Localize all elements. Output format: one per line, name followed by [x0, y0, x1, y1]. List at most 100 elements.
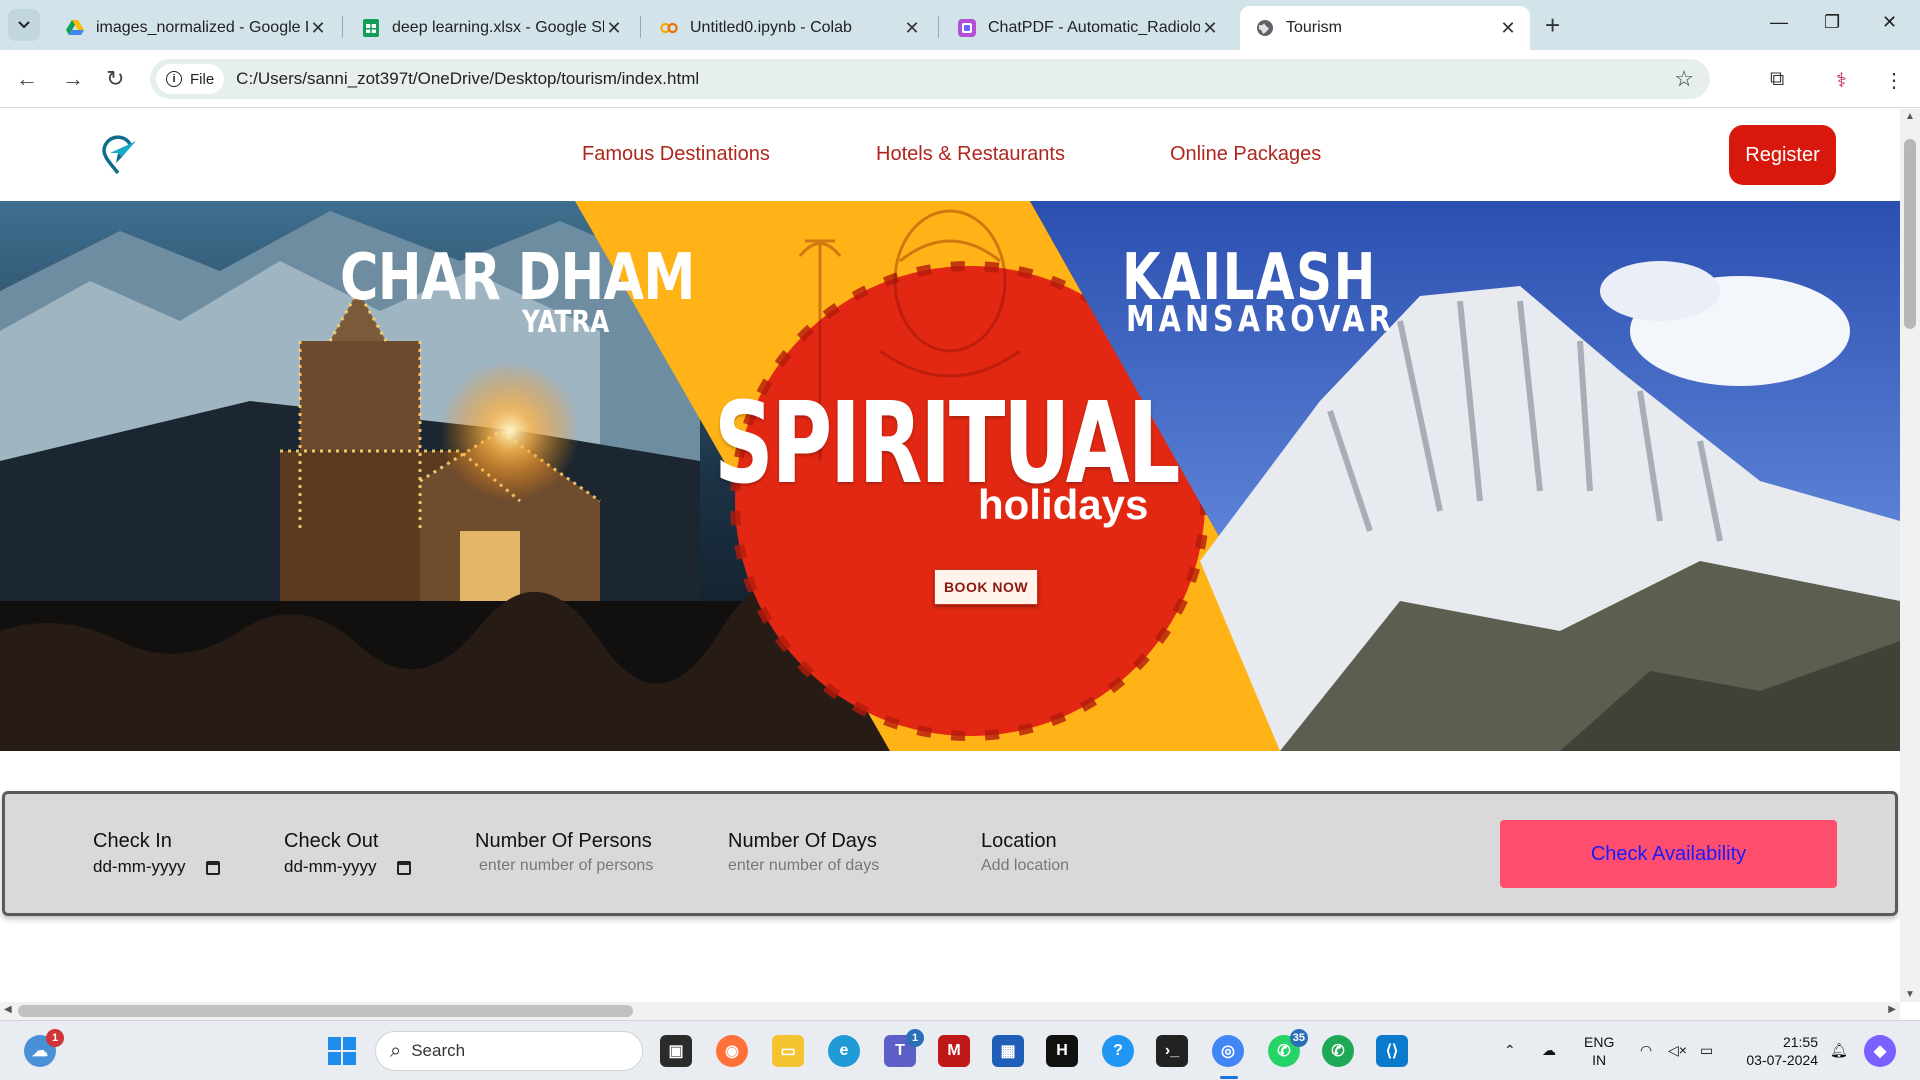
persons-input[interactable]: enter number of persons: [475, 857, 653, 874]
site-header: Famous Destinations Hotels & Restaurants…: [0, 109, 1900, 201]
nav-famous-destinations[interactable]: Famous Destinations: [582, 143, 770, 166]
whatsapp-badge: 35: [1289, 1029, 1308, 1047]
restore-icon[interactable]: ❐: [1824, 12, 1840, 33]
notification-bell-icon[interactable]: 🔔︎: [1830, 1041, 1848, 1059]
tab-google-sheets[interactable]: deep learning.xlsx - Google She ✕: [346, 6, 636, 50]
hero-yatra-subtitle: YATRA: [522, 305, 610, 340]
show-hidden-icons[interactable]: ⌃: [1504, 1041, 1516, 1059]
location-input[interactable]: Add location: [981, 857, 1069, 874]
clock-date: 03-07-2024: [1746, 1052, 1818, 1068]
whatsapp-icon[interactable]: ✆ 35: [1268, 1029, 1308, 1067]
hero-mansarovar-subtitle: MANSAROVAR: [1126, 299, 1395, 340]
check-availability-button[interactable]: Check Availability: [1500, 820, 1837, 888]
tab-google-drive[interactable]: images_normalized - Google Dr ✕: [50, 6, 340, 50]
address-bar[interactable]: i File C:/Users/sanni_zot397t/OneDrive/D…: [150, 59, 1710, 99]
menu-kebab-icon[interactable]: ⋮: [1884, 68, 1904, 93]
tab-chatpdf[interactable]: ChatPDF - Automatic_Radiology ✕: [942, 6, 1232, 50]
nav-online-packages[interactable]: Online Packages: [1170, 143, 1321, 166]
extensions-icon[interactable]: ⧉: [1770, 68, 1784, 91]
minimize-icon[interactable]: —: [1770, 12, 1788, 33]
bookmark-star-icon[interactable]: ☆: [1674, 66, 1694, 92]
vertical-scroll-thumb[interactable]: [1904, 139, 1916, 329]
search-icon: ⌕: [390, 1039, 402, 1062]
new-tab-button[interactable]: +: [1545, 12, 1560, 38]
clock[interactable]: 21:55 03-07-2024: [1738, 1033, 1818, 1069]
vertical-scrollbar[interactable]: ▲ ▼: [1900, 109, 1920, 1002]
teams-icon[interactable]: T1: [884, 1029, 924, 1067]
check-out-input[interactable]: dd-mm-yyyy: [284, 857, 377, 876]
whatsapp-beta-icon[interactable]: ✆: [1322, 1035, 1354, 1067]
window-close-icon[interactable]: ✕: [1882, 12, 1897, 33]
globe-icon: [1256, 19, 1274, 37]
forward-icon[interactable]: →: [62, 66, 84, 92]
weather-icon[interactable]: ☁ 1: [24, 1029, 64, 1067]
check-in-input[interactable]: dd-mm-yyyy: [93, 857, 186, 876]
back-icon[interactable]: ←: [16, 66, 38, 92]
url-text: C:/Users/sanni_zot397t/OneDrive/Desktop/…: [236, 69, 700, 88]
location-field[interactable]: Location Add location: [981, 830, 1069, 875]
book-now-button[interactable]: BOOK NOW: [934, 569, 1038, 605]
teams-badge: 1: [906, 1029, 924, 1047]
calendar-icon[interactable]: [205, 860, 220, 875]
file-explorer-icon[interactable]: ▭: [772, 1035, 804, 1067]
profile-avatar-icon[interactable]: ⚕: [1836, 68, 1847, 93]
vscode-icon[interactable]: ⟨⟩: [1376, 1035, 1408, 1067]
close-icon[interactable]: ✕: [604, 18, 624, 39]
firefox-icon[interactable]: ◉: [716, 1035, 748, 1067]
check-out-field[interactable]: Check Out dd-mm-yyyy: [284, 830, 411, 877]
language-code: ENG: [1584, 1034, 1615, 1050]
scroll-right-icon[interactable]: ▶: [1888, 1004, 1896, 1015]
taskbar-search[interactable]: ⌕ Search: [375, 1031, 643, 1071]
tab-search-button[interactable]: [8, 9, 40, 41]
check-in-label: Check In: [93, 830, 172, 852]
microsoft-store-icon[interactable]: ▦: [992, 1035, 1024, 1067]
travel-logo-icon[interactable]: [96, 133, 140, 177]
tab-tourism[interactable]: Tourism ✕: [1240, 6, 1530, 50]
chrome-icon[interactable]: ◎: [1212, 1035, 1244, 1067]
close-icon[interactable]: ✕: [1200, 18, 1220, 39]
tab-title: deep learning.xlsx - Google She: [392, 19, 604, 36]
copilot-icon[interactable]: ◆: [1864, 1035, 1896, 1067]
wifi-icon[interactable]: ◠: [1640, 1041, 1652, 1059]
help-app-icon[interactable]: ?: [1102, 1035, 1134, 1067]
days-label: Number Of Days: [728, 830, 877, 852]
close-icon[interactable]: ✕: [308, 18, 328, 39]
mcafee-icon[interactable]: M: [938, 1035, 970, 1067]
battery-icon[interactable]: ▭: [1700, 1041, 1713, 1059]
terminal-icon[interactable]: ›_: [1156, 1035, 1188, 1067]
scroll-left-icon[interactable]: ◀: [4, 1004, 12, 1015]
calendar-icon[interactable]: [396, 860, 411, 875]
site-info-label: File: [190, 70, 215, 88]
reload-icon[interactable]: ↻: [106, 66, 124, 92]
speaker-muted-icon[interactable]: ◁×: [1668, 1041, 1687, 1059]
horizontal-scroll-thumb[interactable]: [18, 1005, 633, 1017]
site-info-chip[interactable]: i File: [156, 64, 225, 94]
browser-toolbar: ← → ↻ i File C:/Users/sanni_zot397t/OneD…: [0, 50, 1920, 108]
nav-hotels-restaurants[interactable]: Hotels & Restaurants: [876, 143, 1065, 166]
hackerrank-icon[interactable]: H: [1046, 1035, 1078, 1067]
check-in-field[interactable]: Check In dd-mm-yyyy: [93, 830, 220, 877]
days-input[interactable]: enter number of days: [728, 857, 879, 874]
language-indicator[interactable]: ENG IN: [1584, 1033, 1614, 1069]
tab-title: images_normalized - Google Dr: [96, 19, 308, 36]
persons-field[interactable]: Number Of Persons enter number of person…: [475, 830, 653, 875]
tab-title: Tourism: [1286, 19, 1343, 36]
horizontal-scrollbar[interactable]: ◀ ▶: [0, 1002, 1900, 1020]
scroll-down-icon[interactable]: ▼: [1905, 989, 1915, 1000]
days-field[interactable]: Number Of Days enter number of days: [728, 830, 879, 875]
edge-icon[interactable]: e: [828, 1035, 860, 1067]
onedrive-icon[interactable]: ☁: [1542, 1041, 1556, 1059]
region-code: IN: [1592, 1052, 1607, 1068]
task-view-icon[interactable]: ▣: [660, 1035, 692, 1067]
close-icon[interactable]: ✕: [1498, 18, 1518, 39]
register-button[interactable]: Register: [1729, 125, 1836, 185]
windows-start-icon[interactable]: [326, 1035, 358, 1067]
close-icon[interactable]: ✕: [902, 18, 922, 39]
page-viewport: Famous Destinations Hotels & Restaurants…: [0, 109, 1900, 1002]
hero-char-dham-title: CHAR DHAM: [340, 241, 695, 315]
location-label: Location: [981, 830, 1057, 852]
tab-colab[interactable]: Untitled0.ipynb - Colab ✕: [644, 6, 934, 50]
scroll-up-icon[interactable]: ▲: [1905, 111, 1915, 122]
tab-divider: [640, 16, 641, 38]
hero-banner: CHAR DHAM YATRA SPIRITUAL holidays BOOK …: [0, 201, 1900, 751]
